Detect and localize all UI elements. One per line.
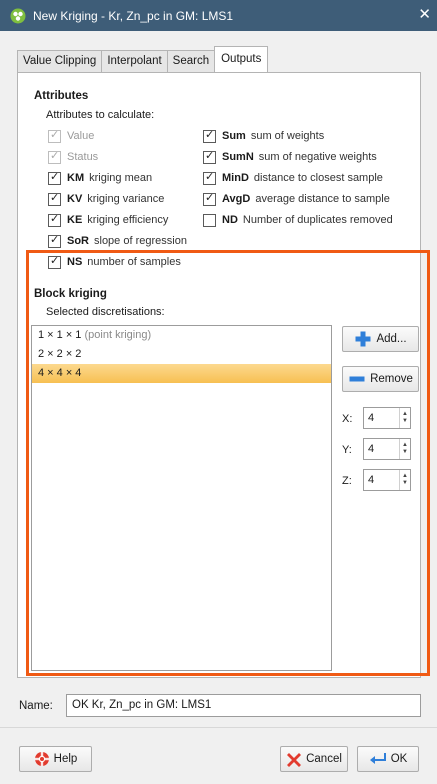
nd-abbr: ND xyxy=(222,214,238,226)
close-icon[interactable]: ✕ xyxy=(418,5,431,25)
mind-checkbox[interactable] xyxy=(203,170,216,185)
sum-desc: sum of weights xyxy=(250,130,325,142)
ke-abbr: KE xyxy=(67,214,83,226)
z-spinbox[interactable]: 4 ▲ ▼ xyxy=(363,469,411,491)
list-item-selected[interactable]: 4 × 4 × 4 xyxy=(32,364,331,383)
tab-interpolant[interactable]: Interpolant xyxy=(101,50,168,72)
avgd-abbr: AvgD xyxy=(222,193,251,205)
km-desc: kriging mean xyxy=(89,172,153,184)
sum-checkbox-row[interactable]: Sum sum of weights xyxy=(203,128,324,144)
ke-desc: kriging efficiency xyxy=(87,214,169,226)
discretisations-label: Selected discretisations: xyxy=(46,306,165,318)
y-label: Y: xyxy=(342,444,352,456)
y-spinbox[interactable]: 4 ▲ ▼ xyxy=(363,438,411,460)
attributes-heading: Attributes xyxy=(34,90,89,102)
ke-checkbox[interactable] xyxy=(48,212,61,227)
nd-checkbox-row[interactable]: ND Number of duplicates removed xyxy=(203,212,393,228)
discretisations-list[interactable]: 1 × 1 × 1 (point kriging) 2 × 2 × 2 4 × … xyxy=(31,325,332,671)
kv-checkbox-row[interactable]: KV kriging variance xyxy=(48,191,164,207)
sumn-checkbox[interactable] xyxy=(203,149,216,164)
minus-icon xyxy=(348,374,366,384)
spin-arrows-icon[interactable]: ▲ ▼ xyxy=(399,408,410,428)
kv-desc: kriging variance xyxy=(87,193,165,205)
nd-desc: Number of duplicates removed xyxy=(242,214,393,226)
remove-button[interactable]: Remove xyxy=(342,366,419,392)
z-label: Z: xyxy=(342,475,352,487)
sum-checkbox[interactable] xyxy=(203,128,216,143)
mind-desc: distance to closest sample xyxy=(253,172,383,184)
title-bar: New Kriging - Kr, Zn_pc in GM: LMS1 ✕ xyxy=(0,0,437,31)
mind-abbr: MinD xyxy=(222,172,249,184)
spin-arrows-icon[interactable]: ▲ ▼ xyxy=(399,470,410,490)
ke-checkbox-row[interactable]: KE kriging efficiency xyxy=(48,212,168,228)
list-item[interactable]: 1 × 1 × 1 (point kriging) xyxy=(32,326,331,345)
nd-checkbox[interactable] xyxy=(203,213,216,227)
km-abbr: KM xyxy=(67,172,85,184)
tab-bar: Value Clipping Interpolant Search Output… xyxy=(17,46,269,72)
sum-abbr: Sum xyxy=(222,130,246,142)
lifebuoy-icon xyxy=(34,751,50,767)
avgd-checkbox[interactable] xyxy=(203,191,216,206)
sor-checkbox[interactable] xyxy=(48,233,61,248)
name-field[interactable]: OK Kr, Zn_pc in GM: LMS1 xyxy=(66,694,421,717)
km-checkbox-row[interactable]: KM kriging mean xyxy=(48,170,152,186)
status-checkbox-row: Status xyxy=(48,149,98,165)
avgd-checkbox-row[interactable]: AvgD average distance to sample xyxy=(203,191,390,207)
footer-divider xyxy=(0,727,437,728)
tab-value-clipping[interactable]: Value Clipping xyxy=(17,50,103,72)
sumn-checkbox-row[interactable]: SumN sum of negative weights xyxy=(203,149,377,165)
x-spinbox[interactable]: 4 ▲ ▼ xyxy=(363,407,411,429)
km-checkbox[interactable] xyxy=(48,170,61,185)
list-item[interactable]: 2 × 2 × 2 xyxy=(32,345,331,364)
sumn-desc: sum of negative weights xyxy=(258,151,377,163)
name-label: Name: xyxy=(19,700,53,712)
value-checkbox xyxy=(48,128,61,143)
tab-search[interactable]: Search xyxy=(166,50,216,72)
plus-icon xyxy=(354,330,372,348)
cancel-x-icon xyxy=(286,751,302,767)
cancel-button[interactable]: Cancel xyxy=(280,746,348,772)
kv-checkbox[interactable] xyxy=(48,191,61,206)
kv-abbr: KV xyxy=(67,193,83,205)
block-kriging-heading: Block kriging xyxy=(34,288,107,300)
mind-checkbox-row[interactable]: MinD distance to closest sample xyxy=(203,170,383,186)
enter-arrow-icon xyxy=(369,752,387,766)
status-checkbox xyxy=(48,149,61,164)
attributes-subheading: Attributes to calculate: xyxy=(46,109,155,121)
tab-outputs[interactable]: Outputs xyxy=(214,46,269,72)
add-button[interactable]: Add... xyxy=(342,326,419,352)
ok-button[interactable]: OK xyxy=(357,746,419,772)
app-logo-icon xyxy=(10,8,26,23)
sumn-abbr: SumN xyxy=(222,151,254,163)
sor-checkbox-row[interactable]: SoR slope of regression xyxy=(48,233,187,249)
value-checkbox-row: Value xyxy=(48,128,94,144)
spin-arrows-icon[interactable]: ▲ ▼ xyxy=(399,439,410,459)
sor-desc: slope of regression xyxy=(94,235,187,247)
help-button[interactable]: Help xyxy=(19,746,92,772)
window-title: New Kriging - Kr, Zn_pc in GM: LMS1 xyxy=(33,8,234,23)
sor-abbr: SoR xyxy=(67,235,89,247)
avgd-desc: average distance to sample xyxy=(255,193,390,205)
x-label: X: xyxy=(342,413,353,425)
